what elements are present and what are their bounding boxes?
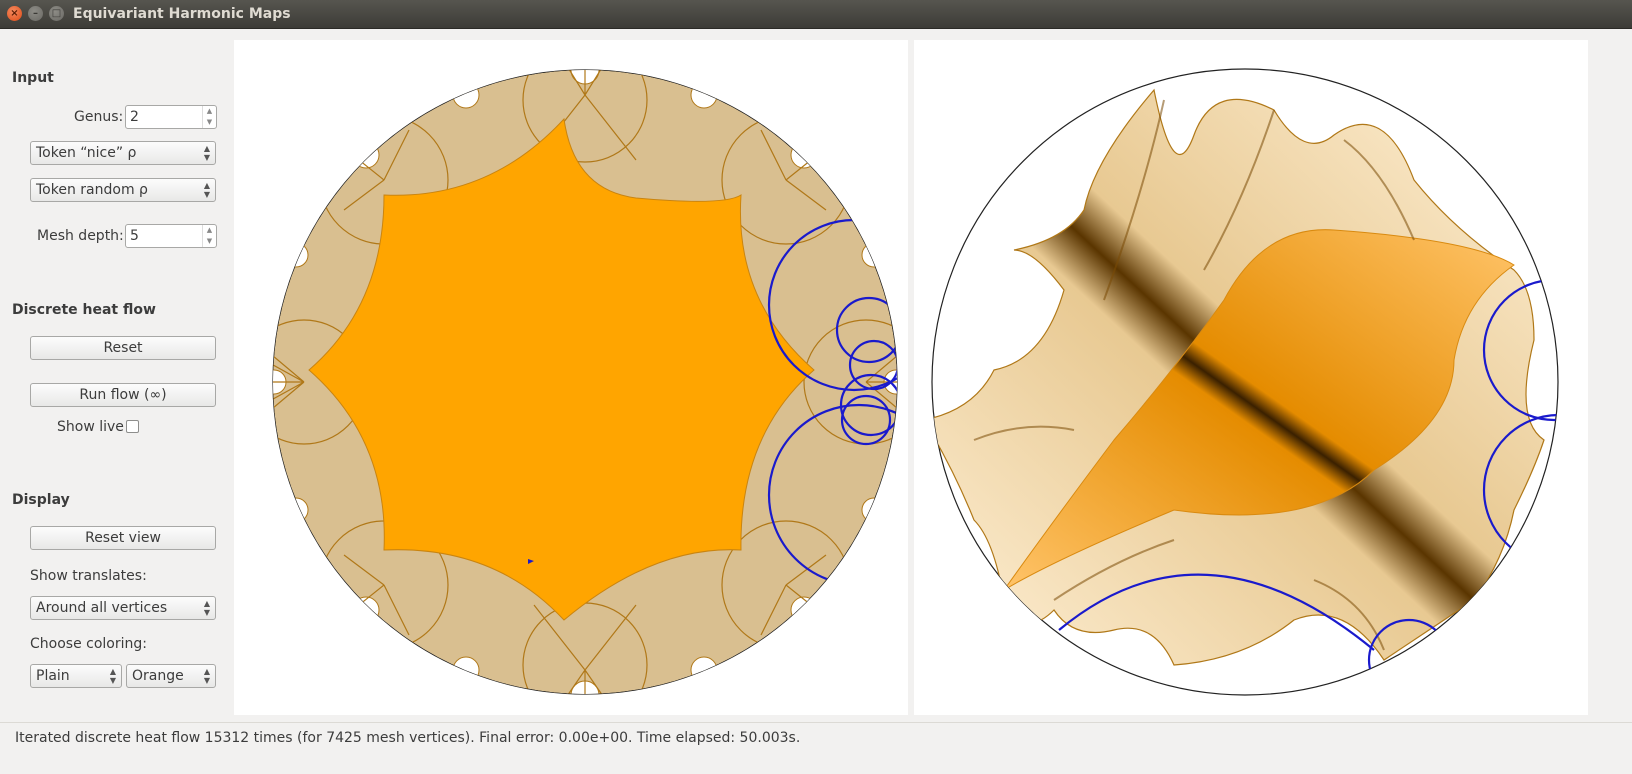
- genus-decrement-icon[interactable]: ▼: [202, 117, 216, 128]
- mesh-depth-spinbox[interactable]: ▲ ▼: [125, 224, 217, 248]
- harmonic-map-drawing: [931, 68, 1559, 696]
- run-flow-button[interactable]: Run flow (∞): [30, 383, 216, 407]
- show-live-label: Show live: [57, 419, 124, 435]
- status-message: Iterated discrete heat flow 15312 times …: [15, 730, 801, 746]
- select-arrows-icon: ▲ ▼: [203, 599, 210, 617]
- translates-select-value: Around all vertices: [36, 600, 168, 616]
- reset-view-button[interactable]: Reset view: [30, 526, 216, 550]
- random-rho-select-value: Token random ρ: [36, 182, 148, 198]
- select-arrows-icon: ▲ ▼: [109, 667, 116, 685]
- target-canvas[interactable]: [914, 40, 1588, 715]
- domain-tiling-drawing: [272, 69, 898, 695]
- window-title: Equivariant Harmonic Maps: [73, 6, 291, 22]
- mesh-depth-input[interactable]: [130, 227, 198, 245]
- translates-select[interactable]: Around all vertices ▲ ▼: [30, 596, 216, 620]
- minimize-window-button[interactable]: –: [28, 6, 43, 21]
- mesh-depth-label: Mesh depth:: [37, 228, 124, 244]
- maximize-window-button[interactable]: □: [49, 6, 64, 21]
- nice-rho-select[interactable]: Token “nice” ρ ▲ ▼: [30, 141, 216, 165]
- status-bar: Iterated discrete heat flow 15312 times …: [0, 722, 1632, 774]
- show-translates-label: Show translates:: [30, 568, 147, 584]
- select-arrows-icon: ▲ ▼: [203, 667, 210, 685]
- mesh-depth-decrement-icon[interactable]: ▼: [202, 236, 216, 247]
- nice-rho-select-value: Token “nice” ρ: [36, 145, 137, 161]
- close-window-button[interactable]: ×: [7, 6, 22, 21]
- coloring-mode-value: Plain: [36, 668, 70, 684]
- random-rho-select[interactable]: Token random ρ ▲ ▼: [30, 178, 216, 202]
- coloring-color-value: Orange: [132, 668, 184, 684]
- title-bar: × – □ Equivariant Harmonic Maps: [0, 0, 1632, 29]
- select-arrows-icon: ▲ ▼: [203, 181, 210, 199]
- coloring-color-select[interactable]: Orange ▲ ▼: [126, 664, 216, 688]
- choose-coloring-label: Choose coloring:: [30, 636, 147, 652]
- genus-label: Genus:: [74, 109, 124, 125]
- genus-spinbox[interactable]: ▲ ▼: [125, 105, 217, 129]
- domain-canvas[interactable]: [234, 40, 908, 715]
- mesh-depth-increment-icon[interactable]: ▲: [202, 225, 216, 236]
- show-live-checkbox[interactable]: [126, 420, 139, 433]
- genus-input[interactable]: [130, 108, 198, 126]
- input-section-title: Input: [12, 70, 54, 86]
- heat-flow-section-title: Discrete heat flow: [12, 302, 156, 318]
- reset-flow-button[interactable]: Reset: [30, 336, 216, 360]
- display-section-title: Display: [12, 492, 70, 508]
- select-arrows-icon: ▲ ▼: [203, 144, 210, 162]
- coloring-mode-select[interactable]: Plain ▲ ▼: [30, 664, 122, 688]
- genus-increment-icon[interactable]: ▲: [202, 106, 216, 117]
